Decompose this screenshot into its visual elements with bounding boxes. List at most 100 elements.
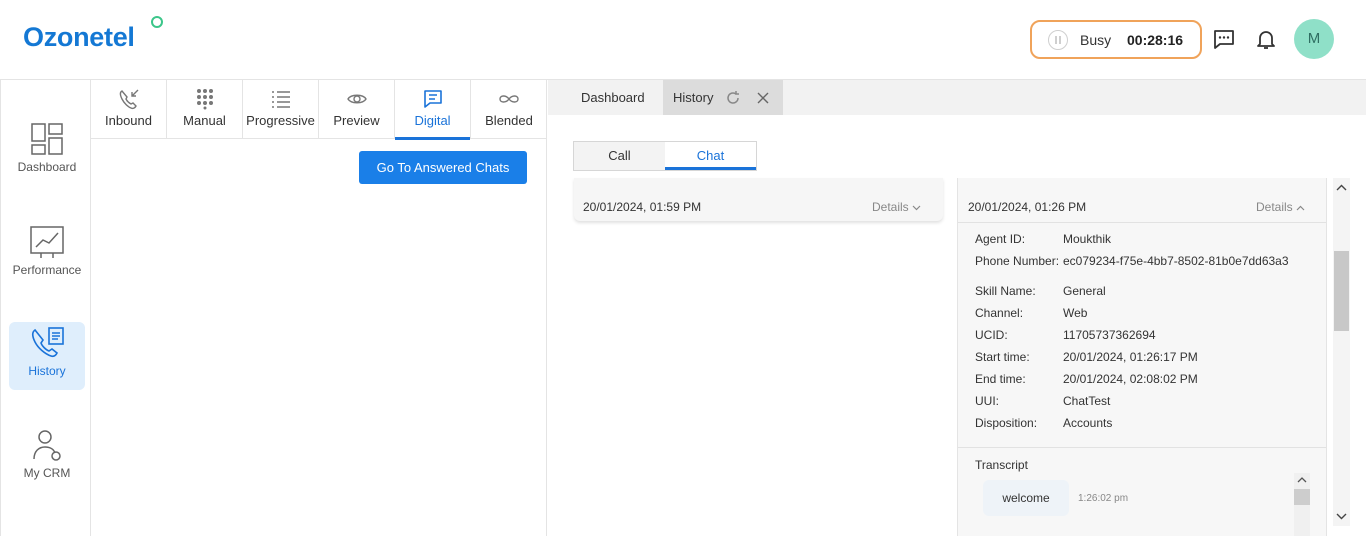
dashboard-icon xyxy=(31,123,63,155)
field-value: Web xyxy=(1063,306,1088,320)
tab-inbound[interactable]: Inbound xyxy=(91,80,167,139)
field-start-time: Start time: 20/01/2024, 01:26:17 PM xyxy=(975,350,1198,364)
field-value: ec079234-f75e-4bb7-8502-81b0e7dd63a3 xyxy=(1063,254,1289,268)
page-tab-history-label: History xyxy=(673,90,714,105)
field-phone-number: Phone Number: ec079234-f75e-4bb7-8502-81b… xyxy=(975,254,1289,268)
refresh-icon[interactable] xyxy=(725,90,741,106)
nav-history[interactable]: History xyxy=(9,322,85,390)
nav-my-crm[interactable]: My CRM xyxy=(9,424,85,492)
tab-preview-label: Preview xyxy=(333,113,380,128)
subtab-chat[interactable]: Chat xyxy=(665,142,756,170)
field-value: 20/01/2024, 02:08:02 PM xyxy=(1063,372,1198,386)
field-key: Agent ID: xyxy=(975,232,1026,246)
field-key: Start time: xyxy=(975,350,1030,364)
field-key: End time: xyxy=(975,372,1026,386)
field-value: ChatTest xyxy=(1063,394,1111,408)
field-skill-name: Skill Name: General xyxy=(975,284,1106,298)
field-channel: Channel: Web xyxy=(975,306,1087,320)
nav-history-label: History xyxy=(28,364,66,378)
tab-blended[interactable]: Blended xyxy=(471,80,547,139)
status-timer: 00:28:16 xyxy=(1127,32,1184,48)
subtab-call[interactable]: Call xyxy=(574,142,665,170)
field-value: 20/01/2024, 01:26:17 PM xyxy=(1063,350,1198,364)
left-nav: Dashboard Performance History My CRM xyxy=(0,80,91,536)
eye-icon xyxy=(346,94,367,104)
scroll-down-icon[interactable] xyxy=(1333,508,1350,524)
chevron-up-icon xyxy=(1296,205,1305,211)
history-card-expanded: 20/01/2024, 01:26 PM Details Agent ID: Mo… xyxy=(957,178,1327,536)
field-value: Accounts xyxy=(1063,416,1113,430)
scroll-thumb[interactable] xyxy=(1294,489,1310,505)
field-key: UUI: xyxy=(975,394,999,408)
transcript-label: Transcript xyxy=(975,458,1028,472)
nav-my-crm-label: My CRM xyxy=(23,466,71,480)
messages-icon[interactable] xyxy=(1212,27,1236,51)
field-key: Phone Number: xyxy=(975,254,1060,268)
pause-icon[interactable] xyxy=(1048,30,1068,50)
dialing-mode-panel: Inbound Manual Progressive Preview Digit… xyxy=(91,80,547,536)
go-to-answered-chats-button[interactable]: Go To Answered Chats xyxy=(359,151,527,184)
chevron-down-icon xyxy=(912,205,921,211)
tab-manual-label: Manual xyxy=(183,113,226,128)
field-value: Moukthik xyxy=(1063,232,1112,246)
details-toggle[interactable]: Details xyxy=(872,200,921,214)
field-key: Channel: xyxy=(975,306,1024,320)
divider xyxy=(958,222,1326,223)
inbound-call-icon xyxy=(119,89,138,110)
page-tabs: Dashboard History xyxy=(548,80,1366,115)
divider xyxy=(958,447,1326,448)
transcript-scrollbar[interactable] xyxy=(1294,473,1310,536)
scroll-up-icon[interactable] xyxy=(1333,180,1350,196)
tab-progressive-label: Progressive xyxy=(246,113,315,128)
logo-dot-icon xyxy=(151,16,163,28)
field-key: UCID: xyxy=(975,328,1008,342)
close-icon[interactable] xyxy=(755,90,771,106)
field-value: General xyxy=(1063,284,1106,298)
history-subtabs: Call Chat xyxy=(573,141,757,171)
scroll-up-icon[interactable] xyxy=(1294,473,1310,487)
details-toggle[interactable]: Details xyxy=(1256,200,1305,214)
nav-performance-label: Performance xyxy=(12,263,82,277)
field-disposition: Disposition: Accounts xyxy=(975,416,1112,430)
field-key: Skill Name: xyxy=(975,284,1036,298)
history-card: 20/01/2024, 01:59 PM Details xyxy=(574,178,943,221)
bell-icon[interactable] xyxy=(1254,27,1278,51)
list-icon xyxy=(271,91,290,108)
scroll-thumb[interactable] xyxy=(1334,251,1349,331)
field-ucid: UCID: 11705737362694 xyxy=(975,328,1156,342)
user-avatar[interactable]: M xyxy=(1294,19,1334,59)
details-label: Details xyxy=(872,200,909,214)
card-date: 20/01/2024, 01:26 PM xyxy=(968,200,1087,214)
nav-performance[interactable]: Performance xyxy=(9,221,85,289)
tab-blended-label: Blended xyxy=(485,113,533,128)
logo-text: Ozonetel xyxy=(23,22,135,52)
history-icon xyxy=(31,327,64,358)
history-scrollbar[interactable] xyxy=(1333,178,1350,526)
mode-tabs: Inbound Manual Progressive Preview Digit… xyxy=(91,80,547,140)
details-label: Details xyxy=(1256,200,1293,214)
dialpad-icon xyxy=(196,89,213,110)
card-date: 20/01/2024, 01:59 PM xyxy=(583,200,702,214)
nav-dashboard[interactable]: Dashboard xyxy=(9,118,85,186)
page-tab-history[interactable]: History xyxy=(663,80,783,115)
tab-manual[interactable]: Manual xyxy=(167,80,243,139)
tab-digital-label: Digital xyxy=(414,113,451,128)
crm-icon xyxy=(33,430,61,461)
tab-inbound-label: Inbound xyxy=(105,113,152,128)
app-header: Ozonetel Busy 00:28:16 M xyxy=(0,0,1366,80)
page-tab-dashboard[interactable]: Dashboard xyxy=(581,80,645,115)
status-label: Busy xyxy=(1080,32,1112,48)
field-value: 11705737362694 xyxy=(1063,328,1156,342)
field-key: Disposition: xyxy=(975,416,1038,430)
performance-icon xyxy=(30,226,64,258)
field-agent-id: Agent ID: Moukthik xyxy=(975,232,1111,246)
chat-message-time: 1:26:02 pm xyxy=(1078,493,1129,504)
tab-preview[interactable]: Preview xyxy=(319,80,395,139)
field-end-time: End time: 20/01/2024, 02:08:02 PM xyxy=(975,372,1198,386)
chat-icon xyxy=(423,90,442,108)
agent-status-pill[interactable]: Busy 00:28:16 xyxy=(1030,20,1202,59)
infinity-icon xyxy=(499,95,519,103)
tab-progressive[interactable]: Progressive xyxy=(243,80,319,139)
tab-digital[interactable]: Digital xyxy=(395,80,471,140)
nav-dashboard-label: Dashboard xyxy=(17,160,77,174)
